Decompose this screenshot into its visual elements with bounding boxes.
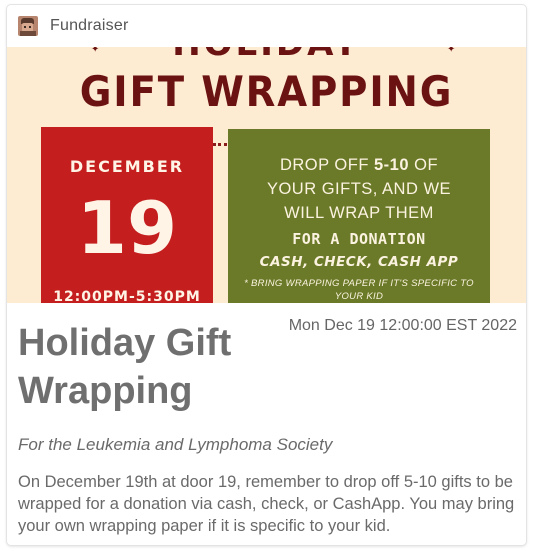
sparkle-icon: ✦ [91,47,100,55]
donation-text: FOR A DONATION [292,230,426,248]
event-description: On December 19th at door 19, remember to… [18,473,515,535]
event-card[interactable]: Fundraiser HOLIDAY ✦ ✦ GIFT WRAPPING DEC… [7,5,526,545]
group-name: Fundraiser [50,17,129,34]
payment-methods: CASH, CHECK, CASH APP [259,254,459,270]
group-avatar [18,16,38,36]
banner-time: 12:00PM-5:30PM [53,289,201,303]
drop-off-text: DROP OFF 5-10 OF YOUR GIFTS, AND WE WILL… [266,156,452,222]
card-header: Fundraiser [7,5,526,47]
banner-month: DECEMBER [69,157,185,176]
info-panel: DROP OFF 5-10 OF YOUR GIFTS, AND WE WILL… [228,129,490,303]
wrapping-note: * BRING WRAPPING PAPER IF IT'S SPECIFIC … [244,278,474,302]
sparkle-icon: ✦ [447,47,456,55]
event-title[interactable]: Holiday Gift Wrapping [18,319,268,415]
date-panel: DECEMBER 19 12:00PM-5:30PM [41,127,213,303]
event-date: Mon Dec 19 12:00:00 EST 2022 [288,317,517,334]
event-subtitle: For the Leukemia and Lymphoma Society [18,435,333,454]
event-banner-image: HOLIDAY ✦ ✦ GIFT WRAPPING DECEMBER 19 12… [7,47,526,303]
banner-day: 19 [76,186,178,270]
banner-title: GIFT WRAPPING [79,67,454,116]
